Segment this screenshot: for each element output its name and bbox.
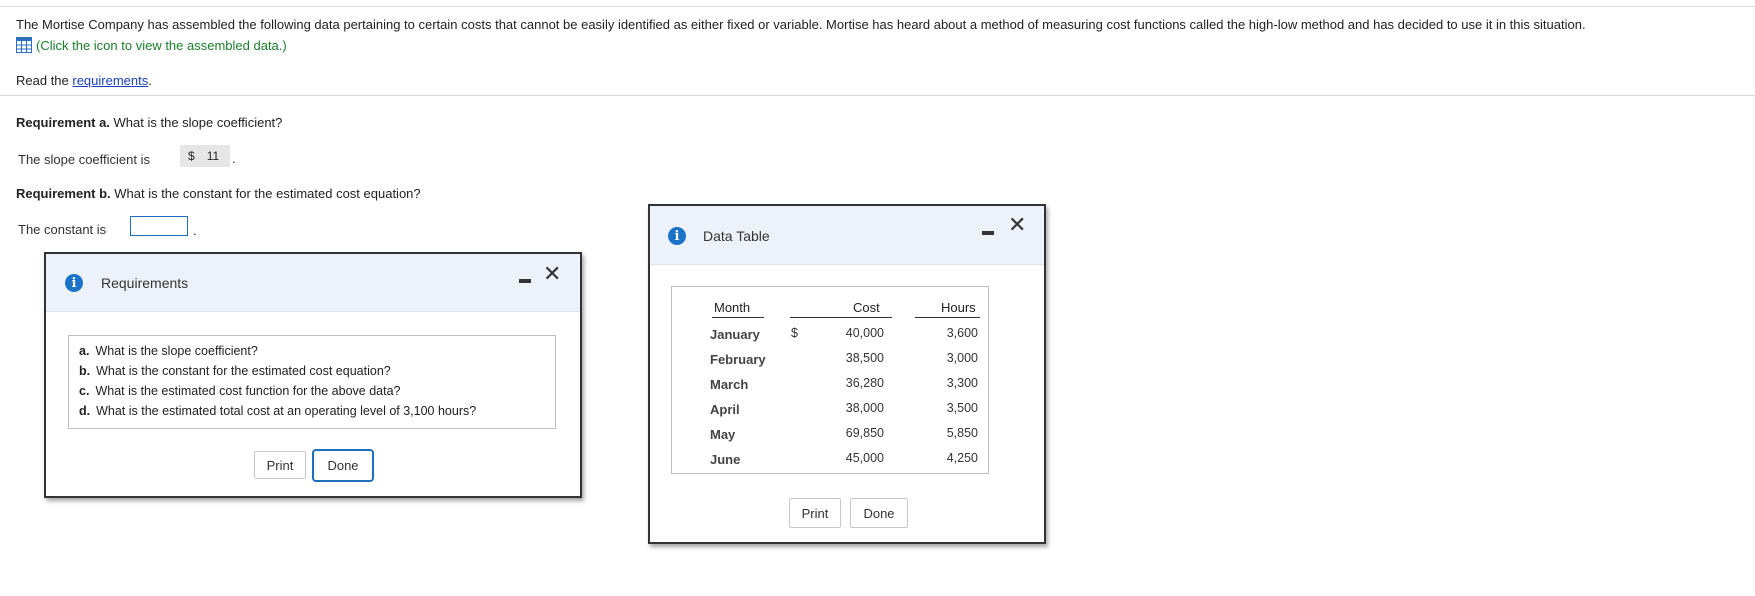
slope-answer-box: $ 11	[180, 145, 230, 167]
cell-cost: 38,000	[845, 401, 884, 415]
requirements-dialog-title: Requirements	[101, 275, 189, 291]
constant-suffix: .	[193, 223, 197, 238]
header-hours: Hours	[941, 300, 976, 315]
constant-label: The constant is	[18, 222, 107, 237]
minimize-icon[interactable]	[519, 279, 531, 283]
cell-month: January	[710, 327, 760, 342]
requirement-b-label: Requirement b.	[16, 186, 111, 201]
cell-hours: 5,850	[946, 426, 978, 440]
cell-cost: 36,280	[845, 376, 884, 390]
read-requirements-row: Read the requirements.	[16, 73, 152, 88]
item-letter: b.	[79, 364, 91, 378]
constant-input[interactable]	[130, 216, 188, 236]
close-icon[interactable]: ✕	[543, 264, 561, 286]
requirement-a-label: Requirement a.	[16, 115, 110, 130]
list-item: b. What is the constant for the estimated…	[79, 364, 391, 378]
cell-cost: 38,500	[845, 351, 884, 365]
item-letter: a.	[79, 344, 90, 358]
info-icon: i	[668, 227, 686, 245]
close-icon[interactable]: ✕	[1008, 215, 1026, 237]
requirements-link[interactable]: requirements	[72, 73, 148, 88]
cell-cost: 45,000	[845, 451, 884, 465]
view-data-link[interactable]: (Click the icon to view the assembled da…	[16, 37, 287, 53]
cell-cost: 40,000	[845, 326, 884, 340]
cell-month: February	[710, 352, 766, 367]
list-item: d. What is the estimated total cost at an…	[79, 404, 476, 418]
requirements-dialog: i Requirements ✕ a. What is the slope coe…	[44, 252, 582, 498]
item-text: What is the estimated cost function for …	[95, 384, 401, 398]
cell-hours: 3,500	[946, 401, 978, 415]
item-text: What is the slope coefficient?	[95, 344, 258, 358]
top-divider	[0, 6, 1755, 7]
cell-month: April	[710, 402, 740, 417]
cell-month: June	[710, 452, 741, 467]
info-icon: i	[65, 274, 83, 292]
data-table-dialog-title: Data Table	[703, 228, 770, 244]
slope-currency: $	[188, 149, 195, 163]
cell-month: March	[710, 377, 749, 392]
slope-value: 11	[206, 149, 220, 163]
print-button[interactable]: Print	[789, 498, 841, 528]
slope-label: The slope coefficient is	[18, 152, 150, 167]
data-table-dialog: i Data Table ✕ Month Cost Hours $ Januar…	[648, 204, 1046, 544]
item-text: What is the estimated total cost at an o…	[96, 404, 477, 418]
cell-hours: 3,300	[946, 376, 978, 390]
header-month: Month	[714, 300, 751, 315]
print-button[interactable]: Print	[254, 451, 306, 479]
requirements-list: a. What is the slope coefficient? b. What …	[68, 335, 556, 429]
item-text: What is the constant for the estimated c…	[96, 364, 391, 378]
cell-hours: 3,000	[946, 351, 978, 365]
done-button[interactable]: Done	[850, 498, 908, 528]
header-underline	[712, 317, 764, 318]
data-table-dialog-header: i Data Table ✕	[650, 206, 1044, 265]
table-grid-icon[interactable]	[16, 37, 32, 53]
cell-month: May	[710, 427, 736, 442]
read-suffix: .	[148, 73, 152, 88]
requirement-b-text: What is the constant for the estimated c…	[110, 186, 421, 201]
section-divider	[0, 95, 1755, 96]
intro-text: The Mortise Company has assembled the fo…	[16, 17, 1586, 32]
cell-cost: 69,850	[845, 426, 884, 440]
requirement-a-heading: Requirement a. What is the slope coeffic…	[16, 115, 282, 130]
item-letter: d.	[79, 404, 91, 418]
slope-suffix: .	[232, 151, 236, 166]
view-data-text[interactable]: (Click the icon to view the assembled da…	[36, 38, 287, 53]
list-item: c. What is the estimated cost function fo…	[79, 384, 400, 398]
header-cost: Cost	[853, 300, 880, 315]
header-underline	[790, 317, 892, 318]
minimize-icon[interactable]	[982, 231, 994, 235]
read-prefix: Read the	[16, 73, 73, 88]
requirement-a-text: What is the slope coefficient?	[109, 115, 283, 130]
requirements-dialog-header: i Requirements ✕	[46, 254, 580, 312]
requirement-b-heading: Requirement b. What is the constant for …	[16, 186, 421, 201]
header-underline	[915, 317, 980, 318]
item-letter: c.	[79, 384, 90, 398]
cell-hours: 4,250	[946, 451, 978, 465]
cell-hours: 3,600	[946, 326, 978, 340]
done-button[interactable]: Done	[312, 449, 374, 482]
data-table: Month Cost Hours $ January 40,000 3,600 …	[671, 286, 989, 474]
currency-symbol: $	[791, 326, 798, 340]
list-item: a. What is the slope coefficient?	[79, 344, 258, 358]
